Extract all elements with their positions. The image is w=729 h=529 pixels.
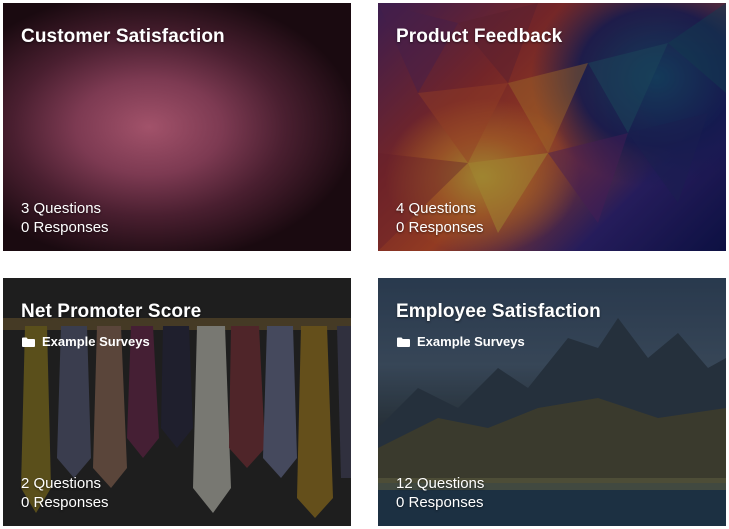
survey-stats: 2 Questions 0 Responses <box>21 474 109 512</box>
response-count: 0 Responses <box>396 494 484 511</box>
folder-icon <box>22 337 35 347</box>
folder-name: Example Surveys <box>42 334 150 349</box>
survey-card-product-feedback[interactable]: Product Feedback 4 Questions 0 Responses <box>378 3 726 251</box>
survey-title: Employee Satisfaction <box>396 301 601 322</box>
folder-name: Example Surveys <box>417 334 525 349</box>
folder-label[interactable]: Example Surveys <box>397 334 525 349</box>
response-count: 0 Responses <box>21 219 109 236</box>
question-count: 2 Questions <box>21 475 102 492</box>
survey-card-net-promoter-score[interactable]: Net Promoter Score Example Surveys 2 Que… <box>3 278 351 526</box>
survey-card-employee-satisfaction[interactable]: Employee Satisfaction Example Surveys 12… <box>378 278 726 526</box>
survey-stats: 4 Questions 0 Responses <box>396 199 484 237</box>
question-count: 4 Questions <box>396 200 477 217</box>
response-count: 0 Responses <box>396 219 484 236</box>
survey-stats: 12 Questions 0 Responses <box>396 474 484 512</box>
response-count: 0 Responses <box>21 494 109 511</box>
folder-icon <box>397 337 410 347</box>
survey-title: Net Promoter Score <box>21 301 202 322</box>
question-count: 12 Questions <box>396 475 485 492</box>
survey-stats: 3 Questions 0 Responses <box>21 199 109 237</box>
survey-title: Product Feedback <box>396 26 563 47</box>
survey-card-customer-satisfaction[interactable]: Customer Satisfaction 3 Questions 0 Resp… <box>3 3 351 251</box>
folder-label[interactable]: Example Surveys <box>22 334 150 349</box>
survey-title: Customer Satisfaction <box>21 26 225 47</box>
question-count: 3 Questions <box>21 200 102 217</box>
